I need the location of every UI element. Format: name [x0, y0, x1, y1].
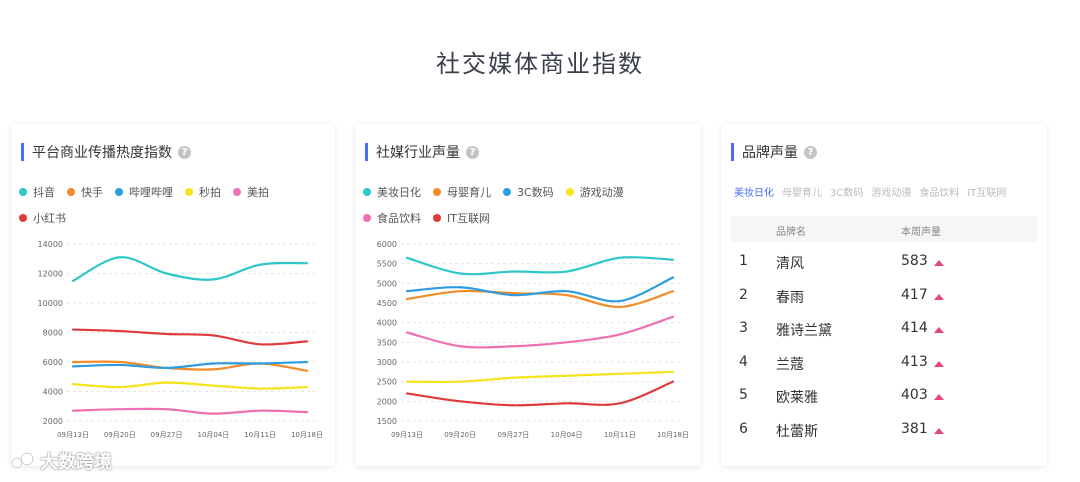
watermark: 大数跨境: [10, 448, 112, 474]
table-row: 3 雅诗兰黛 414: [731, 312, 1037, 346]
x-tick-label: 10月11日: [244, 431, 276, 439]
triangle-up-icon: [934, 294, 944, 300]
help-icon[interactable]: ?: [804, 145, 817, 159]
y-tick-label: 3500: [377, 338, 397, 347]
card-header: 品牌声量 ?: [731, 143, 817, 161]
rank: 4: [739, 354, 748, 370]
volume-value: 417: [901, 287, 928, 303]
series-line[interactable]: [405, 256, 675, 276]
y-tick-label: 2500: [377, 378, 397, 387]
y-tick-label: 2000: [43, 417, 63, 426]
y-tick-label: 12000: [38, 270, 63, 279]
y-tick-label: 14000: [38, 240, 63, 249]
tab-baby[interactable]: 母婴育儿: [782, 184, 822, 199]
rank: 6: [739, 421, 748, 437]
brand-name: 欧莱雅: [776, 390, 818, 406]
volume-value: 403: [901, 387, 928, 403]
y-tick-label: 5000: [377, 279, 397, 288]
rank: 5: [739, 387, 748, 403]
series-line[interactable]: [405, 276, 675, 303]
brand-name: 雅诗兰黛: [776, 323, 832, 339]
tab-beauty[interactable]: 美妆日化: [734, 184, 774, 199]
x-tick-label: 09月27日: [151, 431, 183, 439]
y-tick-label: 10000: [38, 299, 63, 308]
y-tick-label: 4500: [377, 299, 397, 308]
triangle-up-icon: [934, 361, 944, 367]
brand-volume-card: 品牌声量 ? 美妆日化 母婴育儿 3C数码 游戏动漫 食品饮料 IT互联网 品牌…: [721, 124, 1047, 466]
table-row: 4 兰蔻 413: [731, 346, 1037, 380]
series-line[interactable]: [71, 256, 309, 282]
accent-bar: [731, 143, 734, 161]
y-tick-label: 6000: [43, 358, 63, 367]
triangle-up-icon: [934, 394, 944, 400]
y-tick-label: 1500: [377, 417, 397, 426]
volume-value: 414: [901, 320, 928, 336]
x-tick-label: 09月20日: [104, 431, 136, 439]
tab-it[interactable]: IT互联网: [967, 184, 1006, 199]
series-line[interactable]: [71, 407, 309, 415]
brand-name: 兰蔻: [776, 357, 804, 373]
y-tick-label: 4000: [377, 319, 397, 328]
series-line[interactable]: [405, 315, 675, 349]
y-tick-label: 5500: [377, 260, 397, 269]
rank: 1: [739, 253, 748, 269]
table-row: 1 清风 583: [731, 245, 1037, 279]
y-tick-label: 4000: [43, 388, 63, 397]
volume-value: 583: [901, 253, 928, 269]
tab-games[interactable]: 游戏动漫: [871, 184, 911, 199]
y-tick-label: 3000: [377, 358, 397, 367]
x-tick-label: 09月27日: [497, 431, 529, 439]
series-line[interactable]: [71, 328, 309, 346]
x-tick-label: 10月11日: [604, 431, 636, 439]
x-tick-label: 10月04日: [551, 431, 583, 439]
x-tick-label: 10月18日: [657, 431, 689, 439]
triangle-up-icon: [934, 327, 944, 333]
x-tick-label: 10月18日: [291, 431, 323, 439]
watermark-text: 大数跨境: [40, 452, 112, 473]
series-line[interactable]: [71, 381, 309, 390]
tab-3c[interactable]: 3C数码: [830, 184, 863, 199]
rank: 3: [739, 320, 748, 336]
y-tick-label: 8000: [43, 329, 63, 338]
x-tick-label: 09月20日: [444, 431, 476, 439]
table-header: 品牌名 本周声量: [731, 216, 1037, 242]
industry-volume-card: 社媒行业声量 ? 美妆日化 母婴育儿 3C数码 游戏动漫 食品饮料 IT互联网 1500 2…: [355, 124, 701, 466]
table-row: 2 春雨 417: [731, 279, 1037, 313]
triangle-up-icon: [934, 260, 944, 266]
x-tick-label: 09月13日: [57, 431, 89, 439]
y-tick-label: 2000: [377, 397, 397, 406]
brand-name: 杜蕾斯: [776, 424, 818, 440]
table-row: 6 杜蕾斯 381: [731, 413, 1037, 447]
volume-value: 381: [901, 421, 928, 437]
page-title: 社交媒体商业指数: [436, 50, 644, 78]
column-header-name: 品牌名: [776, 227, 806, 238]
x-tick-label: 10月04日: [197, 431, 229, 439]
rank: 2: [739, 287, 748, 303]
column-header-volume: 本周声量: [901, 227, 941, 238]
volume-value: 413: [901, 354, 928, 370]
brand-logo-icon: [10, 451, 35, 470]
triangle-up-icon: [934, 428, 944, 434]
y-tick-label: 6000: [377, 240, 397, 249]
table-row: 5 欧莱雅 403: [731, 379, 1037, 413]
x-tick-label: 09月13日: [391, 431, 423, 439]
platform-heat-chart: 2000 4000 6000 8000 10000 12000 14000 09月13日 09月…: [38, 240, 323, 439]
tab-food[interactable]: 食品饮料: [919, 184, 959, 199]
brand-name: 清风: [776, 256, 804, 272]
industry-volume-chart: 1500 2000 2500 3000 3500 4000 4500 5000 5500 6000…: [377, 240, 689, 439]
platform-heat-card: 平台商业传播热度指数 ? 抖音 快手 哔哩哔哩 秒拍 美拍 小红书 2000 4000 600…: [11, 124, 335, 466]
card-title: 品牌声量: [742, 145, 798, 161]
industry-tabs: 美妆日化 母婴育儿 3C数码 游戏动漫 食品饮料 IT互联网: [734, 184, 1014, 199]
series-line[interactable]: [405, 370, 675, 384]
brand-name: 春雨: [776, 290, 804, 306]
